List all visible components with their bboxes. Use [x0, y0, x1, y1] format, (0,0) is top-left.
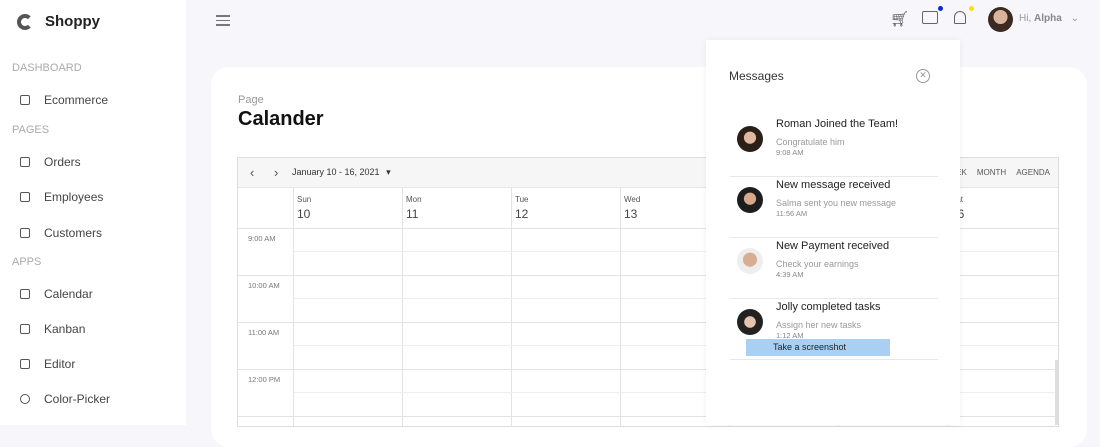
label: Customers — [44, 226, 103, 240]
label: Employees — [44, 190, 104, 204]
edit-icon — [20, 359, 30, 369]
chat-notification-dot — [938, 6, 943, 11]
kanban-icon — [20, 324, 30, 334]
close-icon[interactable]: ✕ — [916, 69, 930, 83]
date-range-picker[interactable]: January 10 - 16, 2021 ▾ — [292, 167, 391, 178]
view-agenda[interactable]: AGENDA — [1016, 168, 1050, 177]
user-name: Alpha — [1034, 13, 1062, 24]
message-avatar — [737, 126, 763, 152]
sidebar-item-kanban[interactable]: Kanban — [20, 322, 85, 336]
day-number[interactable]: 10 — [297, 207, 310, 221]
sidebar-item-customers[interactable]: Customers — [20, 226, 102, 240]
time-label: 11:00 AM — [248, 328, 280, 337]
day-number[interactable]: 11 — [406, 207, 418, 221]
label: Calendar — [44, 287, 93, 301]
message-subtitle: Check your earnings — [776, 259, 859, 269]
messages-title: Messages — [729, 69, 784, 83]
day-name: Wed — [624, 195, 641, 204]
caret-down-icon: ▾ — [386, 167, 391, 177]
message-title: New message received — [776, 179, 891, 191]
sidebar: Shoppy DASHBOARD Ecommerce PAGES Orders … — [0, 0, 186, 425]
next-icon[interactable]: › — [274, 165, 286, 180]
day-number[interactable]: 12 — [515, 207, 528, 221]
message-avatar — [737, 309, 763, 335]
day-name: Mon — [406, 195, 422, 204]
section-pages: PAGES — [12, 124, 50, 136]
date-range: January 10 - 16, 2021 — [292, 167, 380, 177]
time-label: 9:00 AM — [248, 234, 276, 243]
message-time: 11:56 AM — [776, 209, 808, 218]
label: Editor — [44, 357, 76, 371]
avatar[interactable] — [988, 7, 1013, 32]
page-title: Calander — [238, 108, 324, 130]
label: Color-Picker — [44, 392, 111, 406]
context-menu-take-screenshot[interactable]: Take a screenshot — [746, 339, 890, 356]
message-title: Jolly completed tasks — [776, 301, 881, 313]
time-label: 12:00 PM — [248, 375, 281, 384]
day-column[interactable] — [402, 188, 403, 426]
label: Ecommerce — [44, 93, 109, 107]
breadcrumb: Page — [238, 94, 264, 106]
sidebar-item-color-picker[interactable]: Color-Picker — [20, 392, 110, 406]
label: Kanban — [44, 322, 86, 336]
day-column[interactable] — [511, 188, 512, 426]
sidebar-item-ecommerce[interactable]: Ecommerce — [20, 93, 108, 107]
prev-icon[interactable]: ‹ — [250, 165, 262, 180]
sidebar-item-orders[interactable]: Orders — [20, 155, 81, 169]
user-icon — [20, 228, 30, 238]
time-label: 10:00 AM — [248, 281, 280, 290]
app-name: Shoppy — [45, 13, 100, 30]
bag-icon — [20, 95, 30, 105]
day-column[interactable] — [620, 188, 621, 426]
cart-icon — [20, 157, 30, 167]
message-item[interactable]: New message received Salma sent you new … — [730, 177, 938, 238]
greeting: Hi, — [1019, 13, 1032, 24]
label: Orders — [44, 155, 81, 169]
sidebar-item-employees[interactable]: Employees — [20, 190, 103, 204]
bell-notification-dot — [969, 6, 974, 11]
message-time: 9:08 AM — [776, 148, 804, 157]
message-avatar — [737, 248, 763, 274]
messages-popup: Messages ✕ Roman Joined the Team! Congra… — [706, 40, 960, 425]
user-menu[interactable]: Hi, Alpha ⌄ — [1019, 13, 1079, 24]
menu-icon[interactable] — [216, 12, 230, 29]
people-icon — [20, 192, 30, 202]
day-name: Tue — [515, 195, 529, 204]
section-dashboard: DASHBOARD — [12, 62, 82, 74]
view-month[interactable]: MONTH — [977, 168, 1006, 177]
paint-icon — [20, 394, 30, 404]
message-item[interactable]: New Payment received Check your earnings… — [730, 238, 938, 299]
day-name: Sun — [297, 195, 312, 204]
day-column[interactable] — [293, 188, 294, 426]
sidebar-item-editor[interactable]: Editor — [20, 357, 75, 371]
calendar-icon — [20, 289, 30, 299]
section-apps: APPS — [12, 256, 42, 268]
chat-icon[interactable] — [922, 11, 938, 24]
day-number[interactable]: 13 — [624, 207, 637, 221]
message-time: 4:39 AM — [776, 270, 804, 279]
message-subtitle: Congratulate him — [776, 137, 845, 147]
message-avatar — [737, 187, 763, 213]
scrollbar[interactable] — [1055, 360, 1058, 425]
sidebar-item-calendar[interactable]: Calendar — [20, 287, 93, 301]
message-subtitle: Salma sent you new message — [776, 198, 897, 208]
chevron-down-icon: ⌄ — [1070, 13, 1079, 24]
app-logo[interactable]: Shoppy — [17, 13, 100, 30]
message-title: New Payment received — [776, 240, 890, 252]
bell-icon[interactable] — [954, 11, 966, 24]
message-title: Roman Joined the Team! — [776, 118, 899, 130]
message-item[interactable]: Roman Joined the Team! Congratulate him … — [730, 116, 938, 177]
logo-icon — [17, 13, 33, 30]
cart-icon[interactable]: 🛒︎ — [890, 10, 909, 28]
message-subtitle: Assign her new tasks — [776, 320, 862, 330]
